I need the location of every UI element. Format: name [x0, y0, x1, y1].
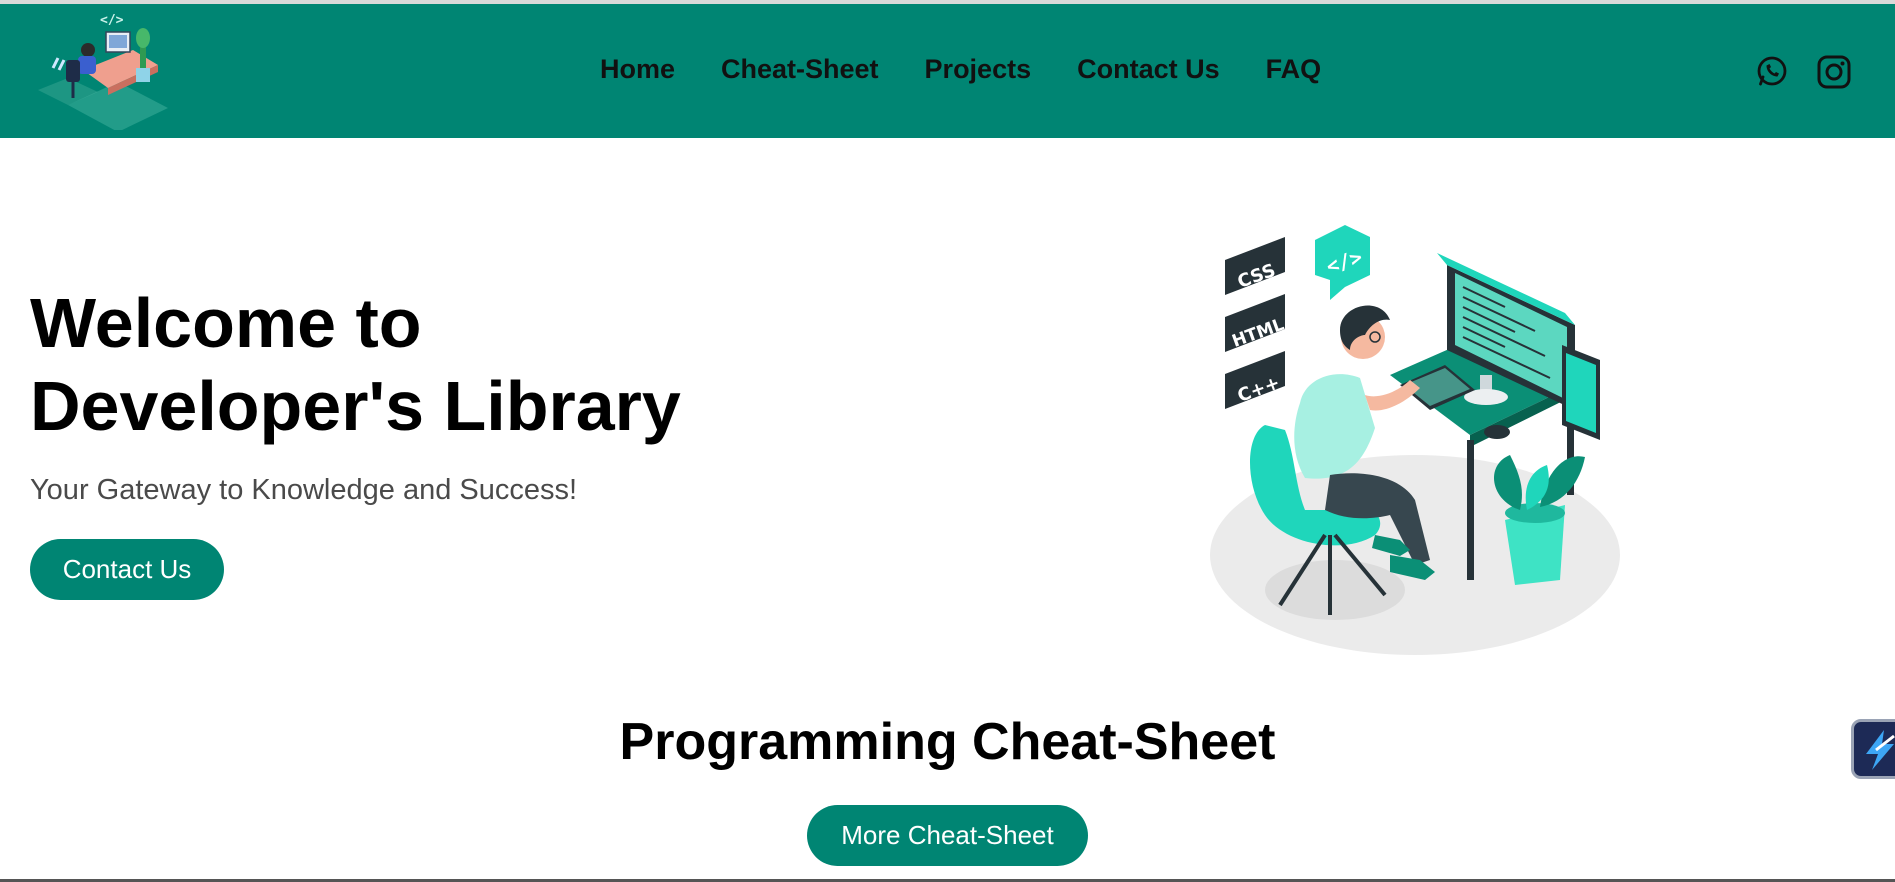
- more-cheat-sheet-button[interactable]: More Cheat-Sheet: [807, 805, 1088, 866]
- instagram-icon[interactable]: [1816, 54, 1852, 90]
- hero-title-line1: Welcome to: [30, 284, 422, 362]
- nav-home[interactable]: Home: [600, 54, 675, 85]
- main-nav: Home Cheat-Sheet Projects Contact Us FAQ: [600, 54, 1367, 85]
- nav-projects[interactable]: Projects: [925, 54, 1032, 85]
- svg-text:</>: </>: [100, 13, 124, 28]
- nav-cheat-sheet[interactable]: Cheat-Sheet: [721, 54, 879, 85]
- nav-faq[interactable]: FAQ: [1266, 54, 1322, 85]
- contact-us-button[interactable]: Contact Us: [30, 539, 224, 600]
- whatsapp-icon[interactable]: [1754, 54, 1790, 90]
- floating-widget[interactable]: [1851, 719, 1895, 779]
- site-logo[interactable]: </>: [28, 10, 178, 130]
- cheat-sheet-section-title: Programming Cheat-Sheet: [619, 713, 1276, 771]
- developer-illustration: </> CSS HTML C++: [1210, 225, 1620, 655]
- hero-title-line2: Developer's Library: [30, 367, 681, 445]
- lightning-icon: [1866, 730, 1895, 770]
- cpp-tag: C++: [1225, 351, 1285, 409]
- navbar: </> Home Cheat-Sheet Projects Contact Us…: [0, 4, 1895, 138]
- hero-subtitle: Your Gateway to Knowledge and Success!: [30, 474, 578, 506]
- hero-title: Welcome to Developer's Library: [30, 282, 790, 448]
- html-tag: HTML: [1225, 294, 1287, 352]
- nav-contact-us[interactable]: Contact Us: [1077, 54, 1220, 85]
- css-tag: CSS: [1225, 237, 1285, 295]
